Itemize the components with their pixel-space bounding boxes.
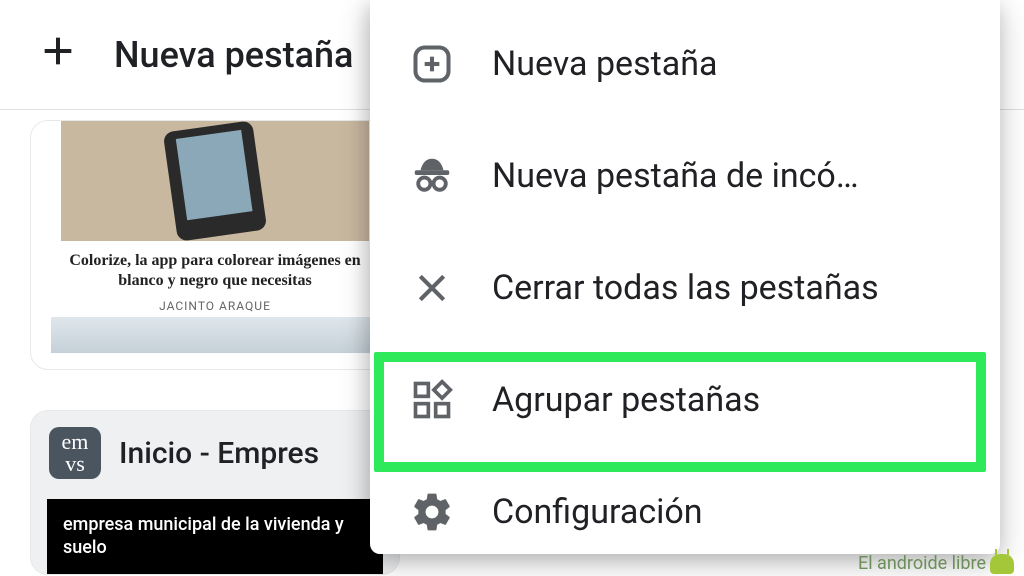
card-black-banner: empresa municipal de la vivienda y suelo: [47, 499, 383, 574]
menu-settings[interactable]: Configuración: [370, 456, 1000, 554]
menu-close-all[interactable]: Cerrar todas las pestañas: [370, 232, 1000, 344]
plus-box-icon: [408, 40, 456, 88]
tab-menu: Nueva pestaña Nueva pestaña de incó… Cer…: [370, 0, 1000, 554]
group-tabs-icon: [408, 376, 456, 424]
article-title: Colorize, la app para colorear imágenes …: [45, 251, 385, 291]
card-article-text: Colorize, la app para colorear imágenes …: [31, 241, 399, 317]
card-page-title: Inicio - Empres: [119, 436, 319, 471]
favicon: em vs: [49, 427, 101, 479]
menu-label: Nueva pestaña: [492, 44, 718, 84]
menu-incognito[interactable]: Nueva pestaña de incó…: [370, 120, 1000, 232]
android-icon: [990, 554, 1014, 574]
watermark: El androide libre: [858, 553, 1014, 574]
card-bottom-image: [51, 317, 379, 353]
card-thumbnail: [61, 121, 369, 241]
article-author: JACINTO ARAQUE: [45, 299, 385, 313]
close-icon: [408, 264, 456, 312]
topbar-title: Nueva pestaña: [114, 34, 353, 76]
menu-label: Cerrar todas las pestañas: [492, 268, 879, 308]
tab-card[interactable]: Colorize, la app para colorear imágenes …: [30, 120, 400, 370]
incognito-icon: [408, 152, 456, 200]
menu-group-tabs[interactable]: Agrupar pestañas: [370, 344, 1000, 456]
gear-icon: [408, 488, 456, 536]
menu-new-tab[interactable]: Nueva pestaña: [370, 8, 1000, 120]
menu-label: Nueva pestaña de incó…: [492, 156, 859, 196]
menu-label: Configuración: [492, 492, 703, 532]
plus-icon[interactable]: [38, 31, 78, 79]
menu-label: Agrupar pestañas: [492, 380, 760, 420]
tab-card[interactable]: em vs Inicio - Empres empresa municipal …: [30, 410, 400, 575]
